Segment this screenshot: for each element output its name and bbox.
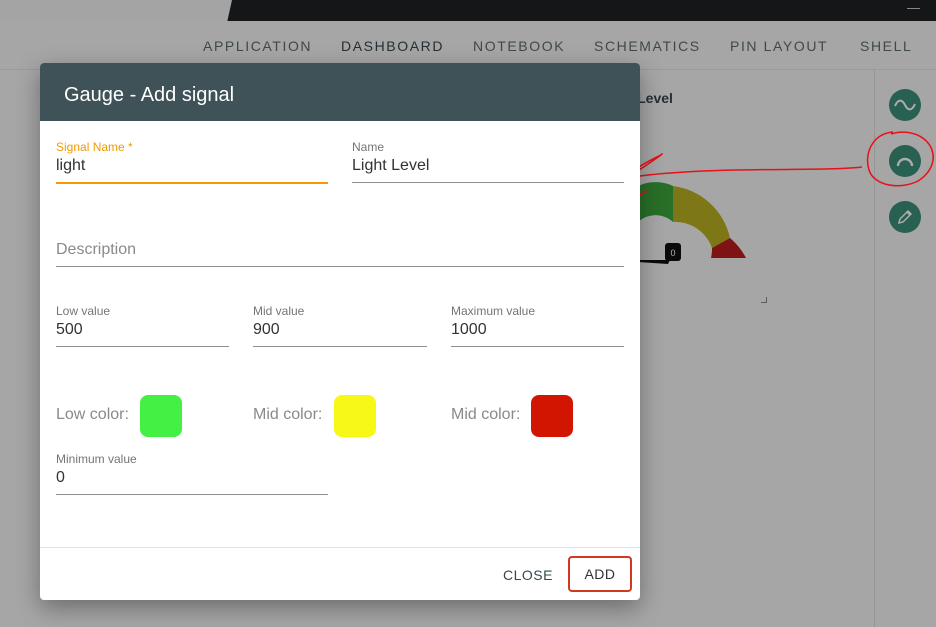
- low-color-label: Low color:: [56, 406, 129, 423]
- mid-value-label: Mid value: [253, 304, 305, 318]
- signal-name-field: Signal Name *: [56, 140, 328, 184]
- high-color-label: Mid color:: [451, 406, 521, 423]
- max-value-label: Maximum value: [451, 304, 536, 318]
- low-color-swatch[interactable]: [140, 395, 182, 437]
- add-button[interactable]: ADD: [568, 556, 632, 592]
- signal-name-input[interactable]: [56, 154, 328, 178]
- name-input[interactable]: [352, 154, 624, 178]
- name-field: Name: [352, 140, 624, 183]
- add-signal-dialog: Gauge - Add signal Signal Name * Name Lo…: [40, 63, 640, 600]
- signal-name-underline: [56, 182, 328, 184]
- signal-name-label: Signal Name *: [56, 140, 133, 154]
- close-button[interactable]: CLOSE: [494, 558, 562, 592]
- dialog-title: Gauge - Add signal: [64, 84, 235, 106]
- name-label: Name: [352, 140, 385, 154]
- mid-value-underline: [253, 346, 427, 347]
- max-value-field: Maximum value: [451, 304, 624, 347]
- description-input[interactable]: [56, 238, 624, 262]
- min-value-underline: [56, 494, 328, 495]
- low-value-field: Low value: [56, 304, 229, 347]
- min-value-input[interactable]: [56, 466, 328, 490]
- max-value-underline: [451, 346, 624, 347]
- low-value-underline: [56, 346, 229, 347]
- high-color-swatch[interactable]: [531, 395, 573, 437]
- mid-color-swatch[interactable]: [334, 395, 376, 437]
- description-field: [56, 238, 624, 267]
- max-value-input[interactable]: [451, 318, 624, 342]
- low-value-input[interactable]: [56, 318, 229, 342]
- name-underline: [352, 182, 624, 183]
- low-value-label: Low value: [56, 304, 111, 318]
- description-underline: [56, 266, 624, 267]
- dialog-footer: CLOSE ADD: [40, 547, 640, 600]
- min-value-label: Minimum value: [56, 452, 137, 466]
- dialog-header: Gauge - Add signal: [40, 63, 640, 121]
- mid-value-input[interactable]: [253, 318, 427, 342]
- mid-color-label: Mid color:: [253, 406, 323, 423]
- min-value-field: Minimum value: [56, 452, 328, 495]
- mid-value-field: Mid value: [253, 304, 427, 347]
